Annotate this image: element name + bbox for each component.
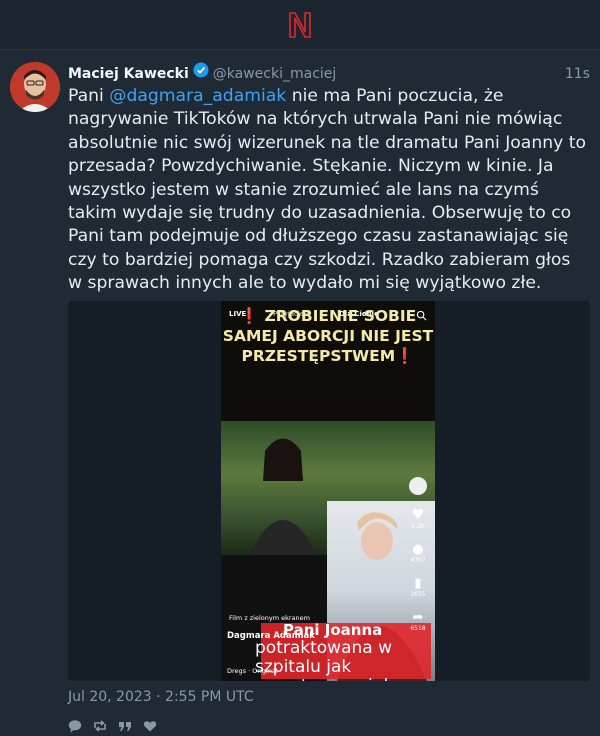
tweet-text-prefix: Pani: [68, 86, 110, 106]
tweet-header: Maciej Kawecki @kawecki_maciej 11s: [68, 62, 590, 84]
reply-icon[interactable]: [68, 719, 82, 733]
rail-heart-icon: ♥: [411, 506, 425, 523]
tweet-text-body: nie ma Pani poczucia, że nagrywanie TikT…: [68, 86, 587, 294]
tweet-date[interactable]: Jul 20, 2023 · 2:55 PM UTC: [68, 689, 590, 707]
quote-icon[interactable]: [118, 719, 132, 733]
tweet: Maciej Kawecki @kawecki_maciej 11s Pani …: [0, 50, 600, 735]
rail-like-count: 4.2K: [411, 522, 425, 530]
rail-comment-count: 4707: [410, 556, 426, 564]
rail-comment: ● 4707: [405, 542, 431, 564]
avatar-portrait-icon: [10, 62, 60, 112]
author-name[interactable]: Maciej Kawecki: [68, 66, 189, 82]
tweet-text: Pani @dagmara_adamiak nie ma Pani poczuc…: [68, 85, 588, 296]
rail-bookmark-icon: ▮: [414, 575, 422, 591]
nitter-logo-icon[interactable]: [285, 10, 315, 40]
rail-avatar-icon: [409, 476, 427, 495]
mention-link[interactable]: @dagmara_adamiak: [109, 86, 286, 106]
video-author: Dagmara Adamiak: [227, 630, 315, 641]
rail-save-count: 2615: [410, 590, 426, 598]
video-thumbnail[interactable]: LIVE Przyjaciele Dla Ciebie ❗ ZROBIENIE …: [221, 300, 435, 681]
rail-save: ▮ 2615: [405, 576, 431, 598]
rail-like: ♥ 4.2K: [405, 507, 431, 530]
retweet-icon[interactable]: [93, 719, 107, 733]
video-action-rail: ♥ 4.2K ● 4707 ▮ 2615 ➦ 6518: [405, 476, 431, 644]
video-film-label: Film z zielonym ekranem: [229, 613, 310, 622]
rail-share: ➦ 6518: [405, 610, 431, 632]
video-music: Dregs · Original: [227, 666, 278, 675]
caption-excl-1: ❗: [239, 306, 260, 325]
caption-excl-2: ❗: [395, 346, 415, 365]
verified-badge-icon: [193, 62, 209, 78]
top-bar: [0, 0, 600, 50]
tweet-time[interactable]: 11s: [565, 66, 590, 82]
rail-share-count: 6518: [410, 624, 426, 632]
rail-comment-icon: ●: [412, 541, 424, 557]
video-caption: ❗ ZROBIENIE SOBIE SAMEJ ABORCJI NIE JEST…: [221, 306, 435, 366]
like-icon[interactable]: [143, 719, 157, 733]
tweet-media[interactable]: LIVE Przyjaciele Dla Ciebie ❗ ZROBIENIE …: [68, 300, 590, 681]
avatar[interactable]: [10, 62, 60, 112]
rail-share-icon: ➦: [412, 609, 424, 625]
tweet-actions: [68, 717, 590, 735]
author-handle[interactable]: @kawecki_maciej: [213, 66, 337, 82]
video-overlay-subtitle: potraktowana w szpitalu jak przestępczyn…: [255, 637, 405, 681]
rail-profile: [405, 476, 431, 495]
tweet-content: Maciej Kawecki @kawecki_maciej 11s Pani …: [68, 62, 590, 735]
